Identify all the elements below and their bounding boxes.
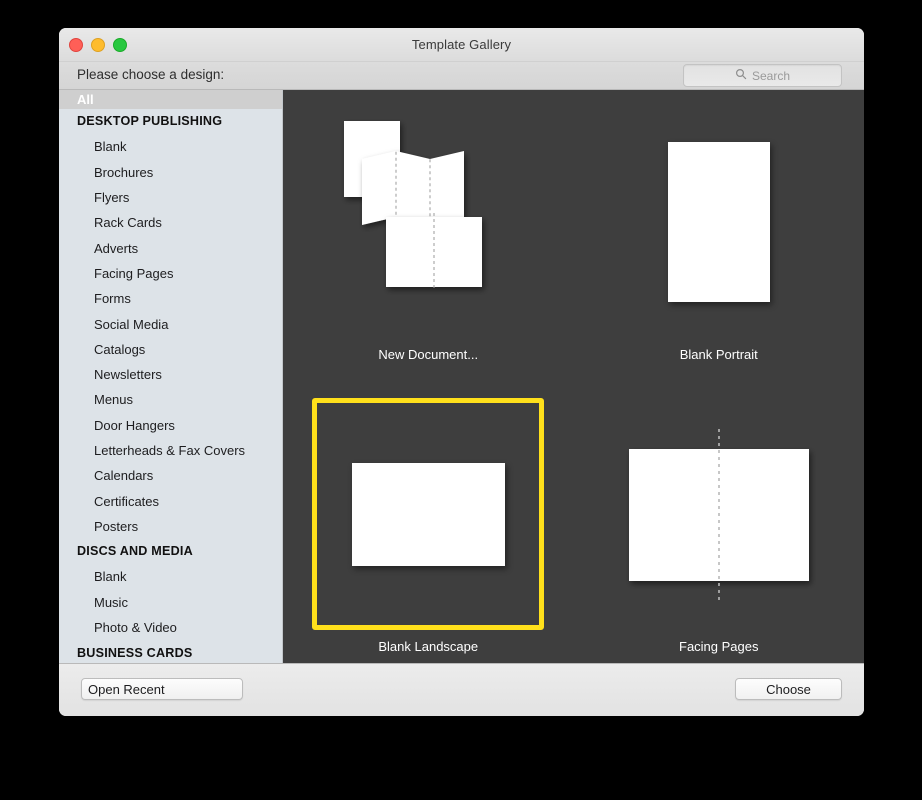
- sidebar-item-label: All: [77, 92, 94, 107]
- sidebar-header-discs-and-media: DISCS AND MEDIA: [59, 539, 282, 564]
- template-item-label: New Document...: [378, 347, 479, 362]
- template-grid-panel: New Document... Blank Portrait Blank Lan…: [283, 90, 864, 663]
- sidebar-item-music[interactable]: Music: [59, 590, 282, 615]
- sidebar-item-certificates[interactable]: Certificates: [59, 488, 282, 513]
- window-body: All DESKTOP PUBLISHING Blank Brochures F…: [59, 90, 864, 663]
- window-toolbar: Please choose a design: Search: [59, 62, 864, 90]
- sidebar-header-label: BUSINESS CARDS: [77, 645, 193, 660]
- sidebar-item-facing-pages[interactable]: Facing Pages: [59, 261, 282, 286]
- screen: Template Gallery Please choose a design:…: [0, 0, 922, 800]
- sidebar-item-menus[interactable]: Menus: [59, 387, 282, 412]
- sidebar-item-flyers[interactable]: Flyers: [59, 185, 282, 210]
- sidebar-header-business-cards: BUSINESS CARDS: [59, 640, 282, 663]
- sidebar-item-label: Door Hangers: [94, 417, 175, 433]
- sidebar-item-catalogs[interactable]: Catalogs: [59, 337, 282, 362]
- sidebar-item-label: Adverts: [94, 240, 139, 256]
- template-item-label: Facing Pages: [679, 639, 759, 654]
- prompt-label: Please choose a design:: [77, 67, 225, 82]
- sidebar-item-door-hangers[interactable]: Door Hangers: [59, 413, 282, 438]
- open-recent-dropdown[interactable]: Open Recent: [81, 678, 243, 700]
- sidebar-item-forms[interactable]: Forms: [59, 286, 282, 311]
- category-sidebar[interactable]: All DESKTOP PUBLISHING Blank Brochures F…: [59, 90, 283, 663]
- template-item-blank-portrait[interactable]: Blank Portrait: [574, 90, 865, 382]
- sidebar-item-label: Blank: [94, 139, 127, 155]
- sidebar-item-brochures[interactable]: Brochures: [59, 160, 282, 185]
- sidebar-item-label: Flyers: [94, 190, 130, 206]
- sidebar-item-label: Facing Pages: [94, 265, 174, 281]
- sidebar-item-label: Letterheads & Fax Covers: [94, 443, 246, 458]
- sidebar-header-desktop-publishing: DESKTOP PUBLISHING: [59, 109, 282, 134]
- window-titlebar: Template Gallery: [59, 28, 864, 62]
- search-icon: [735, 67, 747, 85]
- window-title: Template Gallery: [411, 37, 512, 52]
- sidebar-item-discs-blank[interactable]: Blank: [59, 564, 282, 589]
- sidebar-item-posters[interactable]: Posters: [59, 514, 282, 539]
- sidebar-item-label: Catalogs: [94, 341, 146, 357]
- sidebar-item-rack-cards[interactable]: Rack Cards: [59, 210, 282, 235]
- sidebar-item-label: Forms: [94, 291, 131, 307]
- window-footer: Open Recent Choose: [59, 663, 864, 716]
- sidebar-item-blank[interactable]: Blank: [59, 134, 282, 159]
- template-item-new-document[interactable]: New Document...: [283, 90, 574, 382]
- sidebar-item-label: Brochures: [94, 164, 154, 180]
- template-item-label: Blank Portrait: [679, 347, 758, 362]
- blank-landscape-thumb: [312, 398, 545, 630]
- new-document-thumb: [312, 106, 544, 338]
- template-item-facing-pages[interactable]: Facing Pages: [574, 382, 865, 663]
- sidebar-item-label: Calendars: [94, 468, 154, 484]
- sidebar-item-label: Rack Cards: [94, 215, 162, 231]
- sidebar-item-letterheads-fax-covers[interactable]: Letterheads & Fax Covers: [59, 438, 282, 463]
- sidebar-item-all[interactable]: All: [59, 90, 282, 109]
- sidebar-item-label: Posters: [94, 518, 139, 534]
- sidebar-item-newsletters[interactable]: Newsletters: [59, 362, 282, 387]
- sidebar-item-adverts[interactable]: Adverts: [59, 235, 282, 260]
- sidebar-header-label: DISCS AND MEDIA: [77, 544, 193, 559]
- blank-portrait-thumb: [603, 106, 835, 338]
- landscape-page: [351, 462, 505, 566]
- search-field[interactable]: Search: [683, 64, 842, 87]
- sidebar-header-label: DESKTOP PUBLISHING: [77, 114, 223, 129]
- portrait-page: [667, 142, 770, 302]
- template-item-label: Blank Landscape: [378, 639, 479, 654]
- template-item-blank-landscape[interactable]: Blank Landscape: [283, 382, 574, 663]
- template-grid: New Document... Blank Portrait Blank Lan…: [283, 90, 864, 663]
- sidebar-item-label: Music: [94, 594, 128, 610]
- sidebar-item-calendars[interactable]: Calendars: [59, 463, 282, 488]
- choose-button[interactable]: Choose: [735, 678, 842, 700]
- search-placeholder: Search: [751, 68, 791, 83]
- sidebar-item-label: Menus: [94, 392, 134, 408]
- sidebar-item-social-media[interactable]: Social Media: [59, 311, 282, 336]
- sidebar-item-label: Newsletters: [94, 367, 162, 383]
- sidebar-item-photo-video[interactable]: Photo & Video: [59, 615, 282, 640]
- facing-pages-thumb: [603, 398, 835, 630]
- sidebar-item-label: Blank: [94, 569, 127, 585]
- sidebar-item-label: Certificates: [94, 493, 160, 509]
- sidebar-item-label: Social Media: [94, 316, 169, 332]
- template-gallery-window: Template Gallery Please choose a design:…: [59, 28, 864, 716]
- sidebar-item-label: Photo & Video: [94, 620, 177, 636]
